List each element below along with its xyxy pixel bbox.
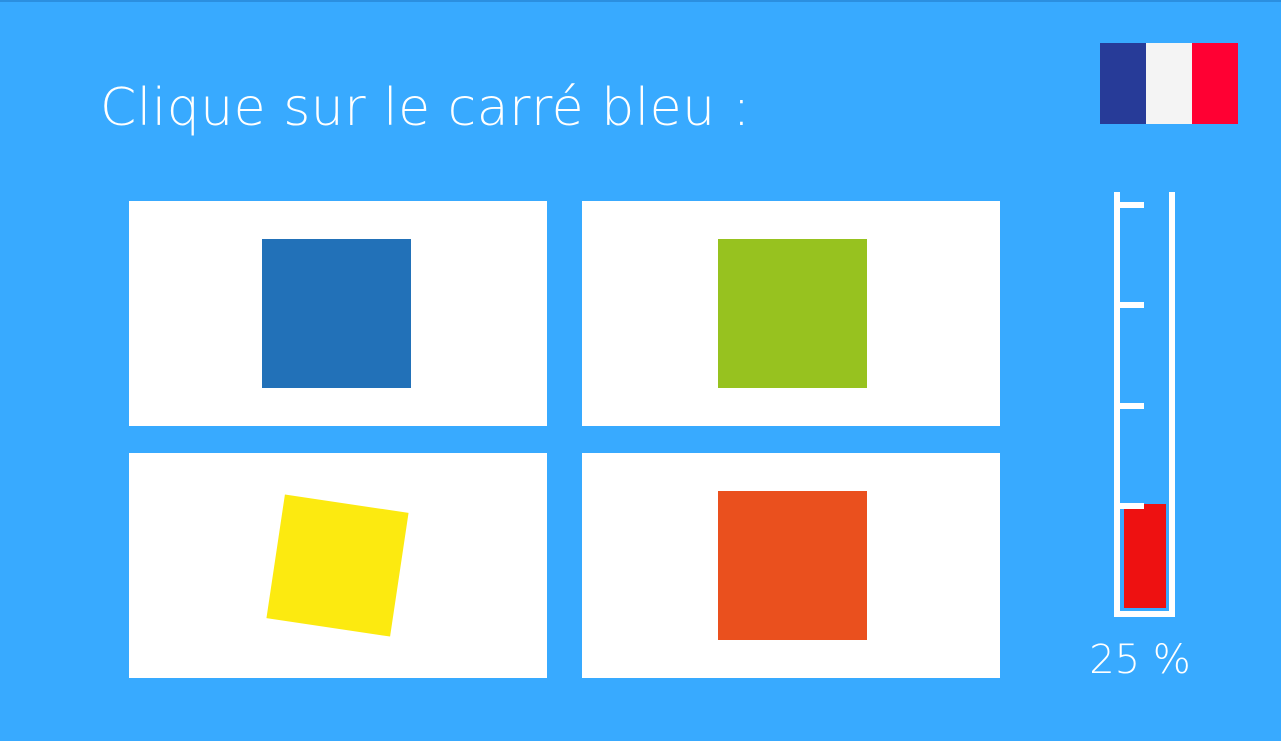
gauge-inner <box>1124 192 1166 608</box>
top-border <box>0 0 1281 2</box>
choice-card-yellow[interactable] <box>129 453 547 678</box>
gauge-tick <box>1120 503 1144 509</box>
blue-square <box>262 239 411 388</box>
gauge-wall-bottom <box>1114 611 1175 617</box>
instruction-title: Clique sur le carré bleu : <box>100 78 751 138</box>
gauge-wall-right <box>1169 192 1175 617</box>
france-flag-icon[interactable] <box>1100 43 1238 124</box>
yellow-square <box>266 494 409 637</box>
gauge-tick <box>1120 403 1144 409</box>
choice-card-blue[interactable] <box>129 201 547 426</box>
progress-percent: 25 % <box>1089 637 1191 683</box>
flag-stripe-red <box>1192 43 1238 124</box>
choice-card-green[interactable] <box>582 201 1000 426</box>
choice-card-orange[interactable] <box>582 453 1000 678</box>
gauge-tick <box>1120 302 1144 308</box>
progress-gauge <box>1114 192 1176 617</box>
flag-stripe-blue <box>1100 43 1146 124</box>
flag-stripe-white <box>1146 43 1192 124</box>
green-square <box>718 239 867 388</box>
gauge-tick <box>1120 202 1144 208</box>
gauge-fill <box>1124 504 1166 608</box>
orange-square <box>718 491 867 640</box>
